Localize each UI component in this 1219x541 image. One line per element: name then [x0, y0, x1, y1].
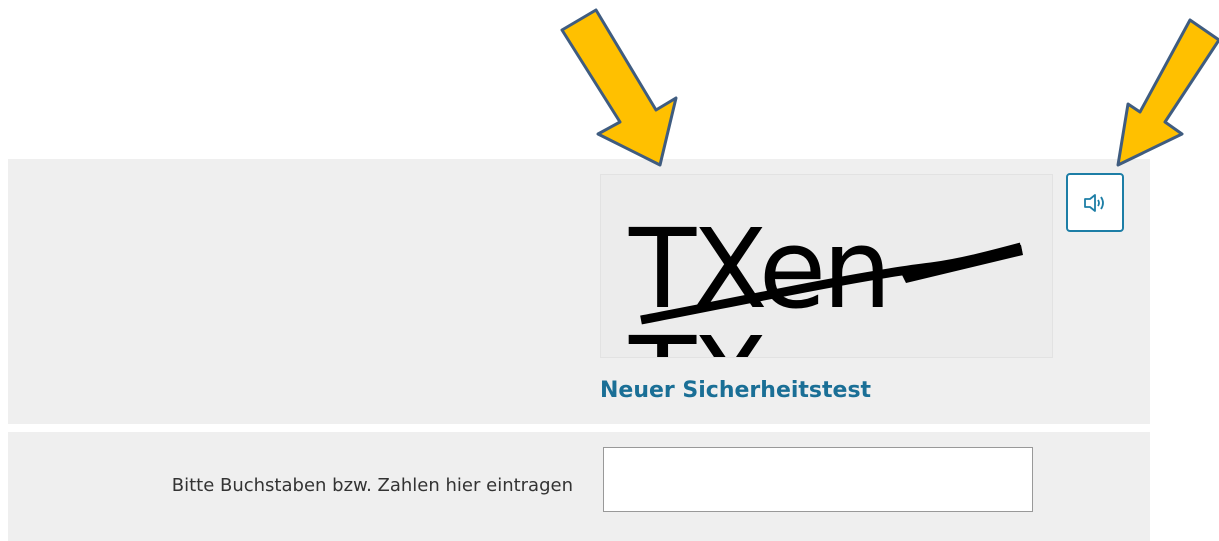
speaker-icon: [1084, 193, 1104, 212]
captcha-graphic: TXen TX: [628, 205, 1023, 357]
captcha-input-label: Bitte Buchstaben bzw. Zahlen hier eintra…: [171, 475, 573, 496]
captcha-image: TXen TX: [600, 174, 1053, 358]
arrow-to-captcha-image: [560, 8, 678, 167]
arrow-to-audio-button: [1116, 18, 1219, 167]
new-captcha-link[interactable]: Neuer Sicherheitstest: [600, 378, 871, 403]
captcha-input[interactable]: [603, 447, 1033, 512]
audio-captcha-button[interactable]: [1066, 173, 1124, 232]
